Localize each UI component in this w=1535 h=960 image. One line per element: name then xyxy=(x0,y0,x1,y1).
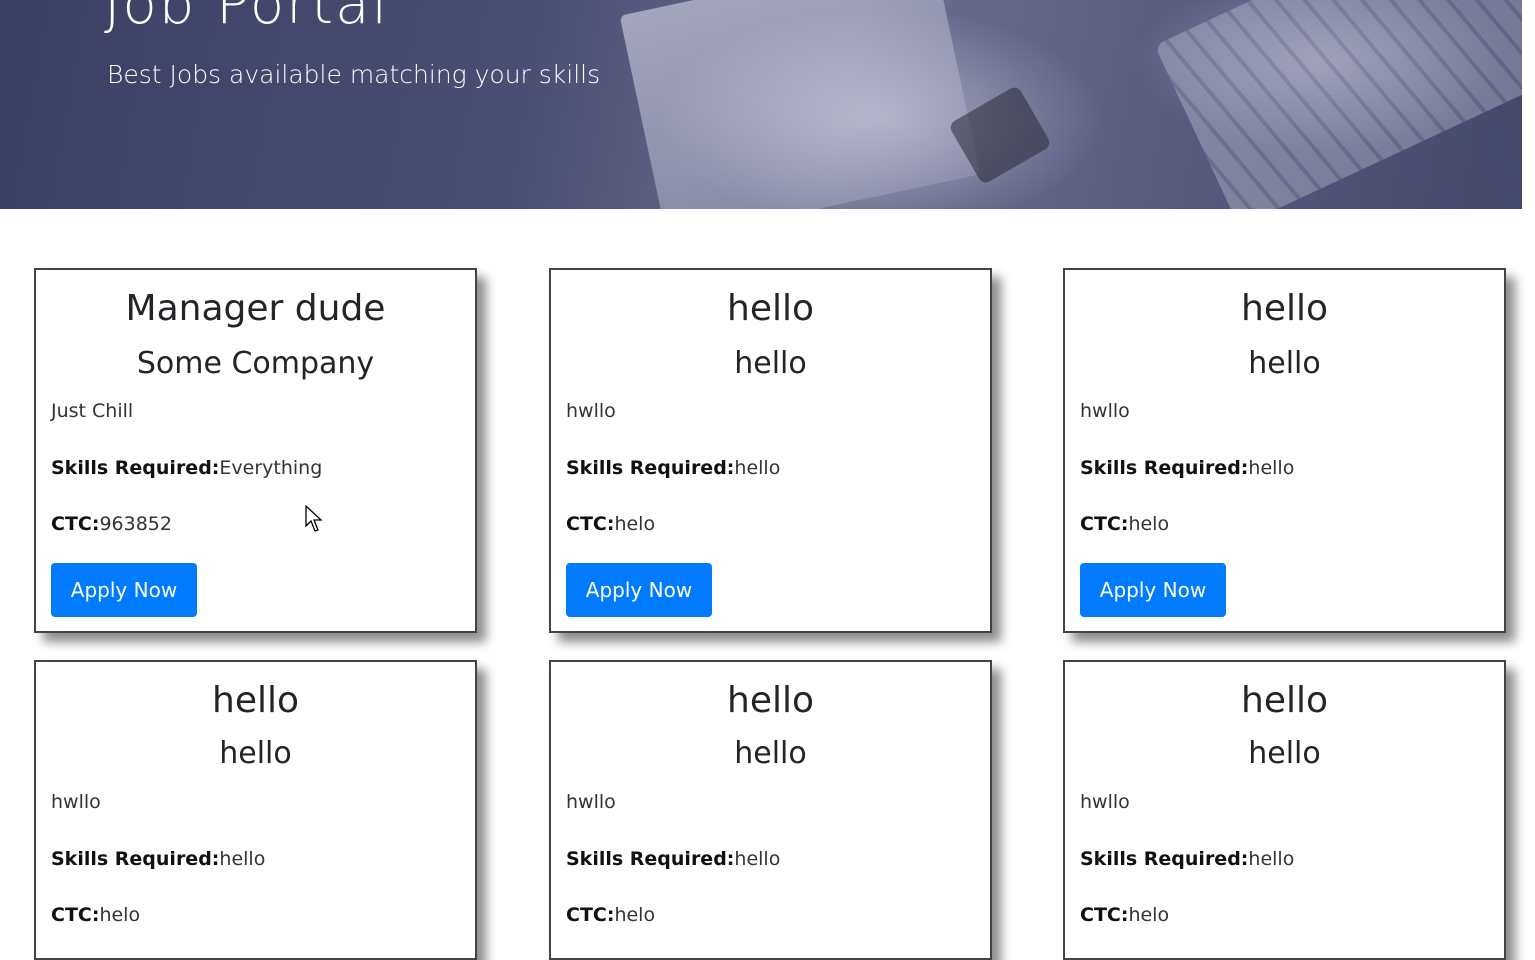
apply-now-button[interactable]: Apply Now xyxy=(1080,563,1226,617)
ctc-label: CTC: xyxy=(51,904,100,926)
company-name: hello xyxy=(219,736,292,771)
skills-required: Skills Required:hello xyxy=(1080,848,1294,870)
job-card: hello hello hwllo Skills Required:hello … xyxy=(549,660,992,960)
job-card: hello hello hwllo Skills Required:hello … xyxy=(1063,660,1506,960)
skills-value: hello xyxy=(1248,457,1295,479)
company-name: Some Company xyxy=(136,346,375,381)
job-title: hello xyxy=(1241,288,1328,329)
company-name: hello xyxy=(734,346,807,381)
ctc: CTC:helo xyxy=(1080,513,1169,535)
ctc: CTC:helo xyxy=(51,904,140,926)
hero-background-image xyxy=(619,0,981,209)
skills-label: Skills Required: xyxy=(566,457,735,479)
hero-laptop-graphic xyxy=(1154,0,1522,209)
company-name: hello xyxy=(734,736,807,771)
skills-value: hello xyxy=(734,457,781,479)
job-description: hwllo xyxy=(1080,791,1130,813)
company-name: hello xyxy=(1248,346,1321,381)
skills-required: Skills Required:hello xyxy=(566,457,780,479)
job-title: hello xyxy=(727,288,814,329)
job-description: hwllo xyxy=(566,791,616,813)
skills-label: Skills Required: xyxy=(566,848,735,870)
ctc-value: helo xyxy=(614,513,656,535)
ctc-label: CTC: xyxy=(1080,904,1129,926)
job-title: Manager dude xyxy=(125,288,386,329)
skills-required: Skills Required:Everything xyxy=(51,457,322,479)
job-card: hello hello hwllo Skills Required:hello … xyxy=(549,268,992,633)
ctc: CTC:helo xyxy=(566,513,655,535)
ctc-label: CTC: xyxy=(51,513,100,535)
page-subtitle: Best Jobs available matching your skills xyxy=(107,60,601,89)
ctc: CTC:helo xyxy=(1080,904,1169,926)
ctc-value: helo xyxy=(99,904,141,926)
skills-value: hello xyxy=(734,848,781,870)
ctc-label: CTC: xyxy=(566,513,615,535)
skills-required: Skills Required:hello xyxy=(566,848,780,870)
ctc: CTC:963852 xyxy=(51,513,172,535)
page-title: Job Portal xyxy=(104,0,390,37)
company-name: hello xyxy=(1248,736,1321,771)
skills-required: Skills Required:hello xyxy=(51,848,265,870)
job-title: hello xyxy=(727,680,814,721)
job-card: Manager dude Some Company Just Chill Ski… xyxy=(34,268,477,633)
ctc-label: CTC: xyxy=(566,904,615,926)
apply-now-button[interactable]: Apply Now xyxy=(566,563,712,617)
ctc: CTC:helo xyxy=(566,904,655,926)
mouse-cursor-icon xyxy=(305,505,323,532)
job-description: Just Chill xyxy=(51,400,134,422)
skills-value: hello xyxy=(1248,848,1295,870)
skills-label: Skills Required: xyxy=(51,848,220,870)
hero-banner: Job Portal Best Jobs available matching … xyxy=(0,0,1522,209)
job-title: hello xyxy=(212,680,299,721)
skills-value: hello xyxy=(219,848,266,870)
ctc-value: 963852 xyxy=(99,513,172,535)
ctc-label: CTC: xyxy=(1080,513,1129,535)
ctc-value: helo xyxy=(1128,904,1170,926)
skills-value: Everything xyxy=(219,457,323,479)
ctc-value: helo xyxy=(1128,513,1170,535)
job-card: hello hello hwllo Skills Required:hello … xyxy=(34,660,477,960)
job-title: hello xyxy=(1241,680,1328,721)
job-description: hwllo xyxy=(1080,400,1130,422)
job-description: hwllo xyxy=(566,400,616,422)
skills-required: Skills Required:hello xyxy=(1080,457,1294,479)
skills-label: Skills Required: xyxy=(1080,457,1249,479)
job-card: hello hello hwllo Skills Required:hello … xyxy=(1063,268,1506,633)
apply-now-button[interactable]: Apply Now xyxy=(51,563,197,617)
ctc-value: helo xyxy=(614,904,656,926)
skills-label: Skills Required: xyxy=(1080,848,1249,870)
job-description: hwllo xyxy=(51,791,101,813)
skills-label: Skills Required: xyxy=(51,457,220,479)
